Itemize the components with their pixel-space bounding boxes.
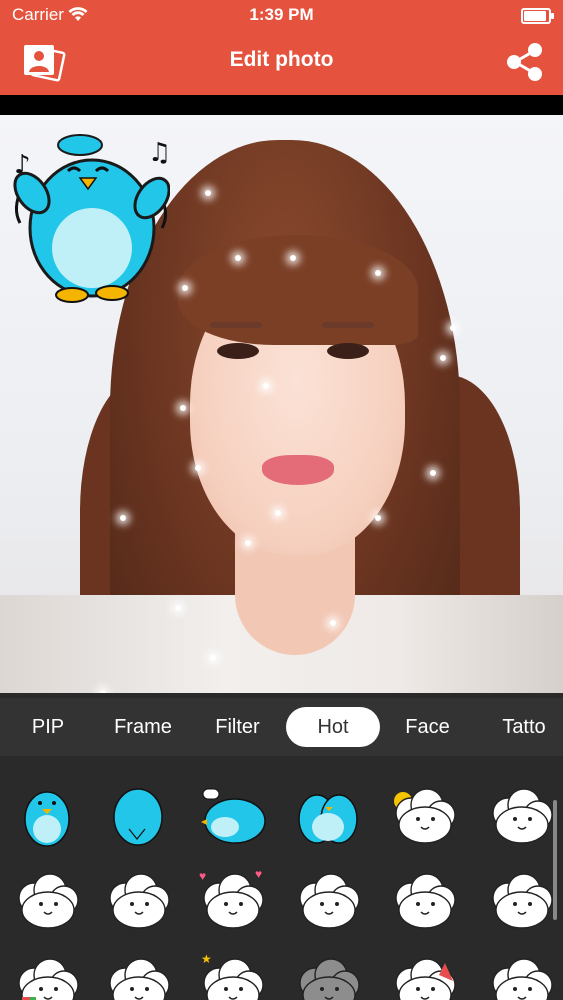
sparkle: [195, 465, 201, 471]
sparkle: [275, 510, 281, 516]
sticker-icon: [492, 958, 553, 1000]
svg-text:♥: ♥: [255, 867, 262, 881]
clock: 1:39 PM: [249, 5, 314, 24]
sparkle: [440, 355, 446, 361]
sticker-thumbnail[interactable]: [474, 769, 563, 863]
svg-text:★: ★: [201, 952, 212, 966]
sticker-icon: [394, 788, 456, 844]
sparkle: [330, 620, 336, 626]
sparkle: [180, 405, 186, 411]
sticker-icon: [395, 873, 456, 929]
svg-text:♫: ♫: [148, 138, 170, 168]
sticker-thumbnail[interactable]: [0, 854, 94, 948]
tab-face[interactable]: Face: [385, 707, 470, 747]
sticker-thumbnail[interactable]: ★: [185, 939, 279, 1000]
app-header: Carrier 1:39 PM Edit photo: [0, 0, 563, 95]
sticker-thumbnail[interactable]: [281, 854, 375, 948]
sparkle: [100, 690, 106, 693]
canvas-top-border: [0, 95, 563, 115]
share-icon[interactable]: [505, 42, 545, 82]
sticker-icon: [492, 788, 553, 844]
left-eyebrow: [210, 322, 262, 328]
sticker-thumbnail[interactable]: [91, 854, 185, 948]
sparkle: [375, 515, 381, 521]
sticker-thumbnail[interactable]: ♥ ♥: [185, 854, 279, 948]
sticker-icon: [18, 873, 79, 929]
sticker-thumbnail[interactable]: [0, 939, 94, 1000]
sticker-icon: [298, 794, 358, 844]
sticker-thumbnail[interactable]: [377, 854, 471, 948]
sticker-scrollbar[interactable]: [553, 800, 557, 920]
sparkle: [375, 270, 381, 276]
sparkle: [235, 255, 241, 261]
status-bar: Carrier 1:39 PM: [0, 0, 563, 30]
sticker-thumbnail[interactable]: [91, 939, 185, 1000]
sparkle: [290, 255, 296, 261]
left-eye: [217, 343, 259, 359]
sparkle: [205, 190, 211, 196]
bangs: [178, 235, 418, 345]
sticker-icon: [492, 873, 553, 929]
sticker-thumbnail[interactable]: [377, 769, 471, 863]
category-tabs: PIP Frame Filter Hot Face Tatto: [0, 698, 563, 756]
tab-pip[interactable]: PIP: [8, 707, 88, 747]
right-eyebrow: [322, 322, 374, 328]
sticker-icon: [18, 958, 79, 1000]
right-eye: [327, 343, 369, 359]
sparkle: [210, 655, 216, 661]
sparkle: [182, 285, 188, 291]
photo-canvas[interactable]: ♪ ♫: [0, 115, 563, 693]
sticker-icon: [395, 958, 456, 1000]
sticker-thumbnail[interactable]: [474, 939, 563, 1000]
battery-icon: [521, 8, 554, 24]
sticker-icon: [109, 958, 170, 1000]
sticker-thumbnail[interactable]: [281, 939, 375, 1000]
sticker-thumbnail[interactable]: [474, 854, 563, 948]
sticker-icon: [299, 958, 360, 1000]
sparkle: [263, 383, 269, 389]
sticker-icon: [109, 873, 170, 929]
tab-filter[interactable]: Filter: [195, 707, 280, 747]
sparkle: [450, 325, 456, 331]
sticker-thumbnail[interactable]: [91, 769, 185, 863]
tab-hot[interactable]: Hot: [286, 707, 380, 747]
tab-tatto[interactable]: Tatto: [478, 707, 563, 747]
sticker-thumbnail[interactable]: [377, 939, 471, 1000]
sticker-grid: ♥ ♥ ★: [0, 756, 563, 1000]
sparkle: [175, 605, 181, 611]
sticker-icon: [113, 788, 163, 846]
sticker-icon: [24, 791, 70, 847]
penguin-sticker[interactable]: ♪ ♫: [10, 123, 170, 303]
page-title: Edit photo: [229, 48, 334, 71]
svg-text:♥: ♥: [199, 869, 206, 883]
sticker-icon: [299, 873, 360, 929]
sticker-icon: ♥ ♥: [199, 867, 264, 929]
lips: [262, 455, 334, 485]
sticker-thumbnail[interactable]: [185, 769, 279, 863]
sticker-icon: [201, 788, 266, 844]
sparkle: [245, 540, 251, 546]
sticker-thumbnail[interactable]: [281, 769, 375, 863]
sparkle: [120, 515, 126, 521]
sticker-icon: ★: [201, 952, 264, 1000]
tab-frame[interactable]: Frame: [98, 707, 188, 747]
sticker-thumbnail[interactable]: [0, 769, 94, 863]
sparkle: [430, 470, 436, 476]
